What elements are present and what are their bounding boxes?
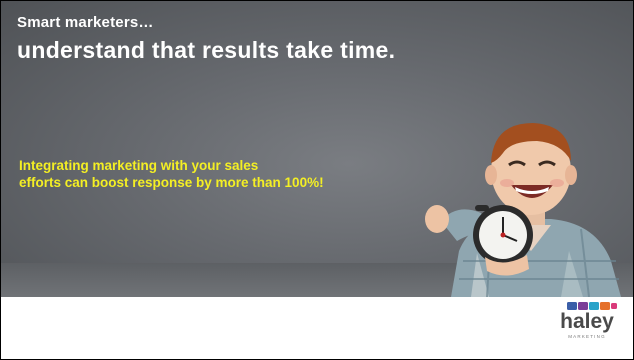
slide: Smart marketers… understand that results… (0, 0, 634, 360)
slide-kicker: Smart marketers… (17, 14, 154, 31)
hero-background: Smart marketers… understand that results… (1, 1, 633, 297)
haley-marketing-logo: haley MARKETING (560, 302, 617, 339)
child-with-clock-image (425, 123, 621, 297)
slide-headline: understand that results take time. (17, 37, 396, 63)
stat-callout: Integrating marketing with your sales ef… (19, 157, 439, 191)
stat-line-1: Integrating marketing with your sales (19, 158, 259, 173)
stat-line-2: efforts can boost response by more than … (19, 175, 324, 190)
logo-subtext: MARKETING (568, 334, 606, 339)
footer-band (1, 297, 633, 359)
logo-wordmark: haley (560, 310, 614, 333)
